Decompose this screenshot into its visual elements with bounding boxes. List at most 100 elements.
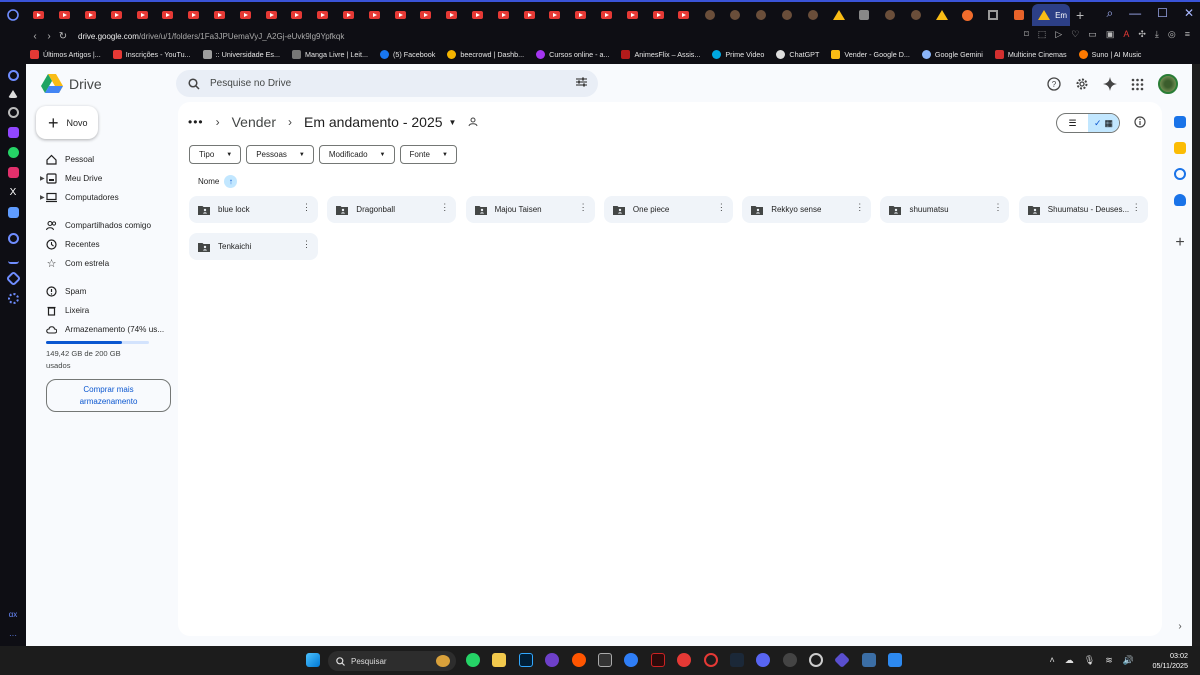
bookmark-item[interactable]: Google Gemini [921, 49, 983, 59]
bookmark-item[interactable]: Últimos Artigos |... [30, 49, 101, 59]
collapse-panel-icon[interactable]: › [1178, 621, 1181, 632]
info-icon[interactable] [1134, 116, 1146, 128]
chevron-up-icon[interactable]: ˄ [1050, 655, 1055, 666]
tab-youtube[interactable] [568, 4, 594, 26]
tab-youtube[interactable] [542, 4, 568, 26]
bookmark-item[interactable]: Manga Livre | Leit... [291, 49, 368, 59]
tab-youtube[interactable] [594, 4, 620, 26]
steam-icon[interactable] [729, 653, 744, 667]
bookmark-item[interactable]: (5) Facebook [379, 49, 435, 59]
nav-item-meu-drive[interactable]: ▶ Meu Drive [26, 169, 176, 188]
heart-icon[interactable]: ♡ [1071, 29, 1079, 40]
tab-youtube[interactable] [207, 4, 233, 26]
cloud-icon[interactable]: ☁ [1065, 655, 1074, 666]
app-icon[interactable] [861, 653, 876, 667]
tab-site[interactable] [774, 4, 800, 26]
sort-by-name[interactable]: Nome ↑ [198, 175, 238, 188]
bookmark-item[interactable]: Cursos online - a... [536, 49, 609, 59]
tab-youtube[interactable] [129, 4, 155, 26]
tab-youtube[interactable] [387, 4, 413, 26]
breadcrumb-parent[interactable]: Vender [232, 114, 276, 130]
microphone-icon[interactable]: 🎙 [1084, 655, 1095, 666]
url-field[interactable]: drive.google.com/drive/u/1/folders/1Fa3J… [78, 32, 344, 41]
tab-gift[interactable] [1006, 4, 1032, 26]
tab-youtube[interactable] [413, 4, 439, 26]
folder-item[interactable]: Dragonball ⋮ [327, 196, 457, 223]
more-icon[interactable]: ··· [9, 631, 17, 640]
soundcloud-icon[interactable] [571, 653, 586, 667]
discord-icon[interactable] [756, 653, 771, 667]
puzzle-icon[interactable]: ✣ [1138, 29, 1146, 40]
tab-google-drive[interactable] [826, 4, 852, 26]
tab-youtube[interactable] [490, 4, 516, 26]
bookmark-item[interactable]: Vender - Google D... [831, 49, 910, 59]
tab-site[interactable] [903, 4, 929, 26]
tab-youtube[interactable] [103, 4, 129, 26]
tab-youtube[interactable] [232, 4, 258, 26]
tab-site[interactable] [800, 4, 826, 26]
search-options-icon[interactable] [575, 76, 588, 88]
new-tab-button[interactable]: + [1070, 7, 1090, 23]
whatsapp-icon[interactable] [466, 653, 480, 667]
nav-item-computadores[interactable]: ▶ Computadores [26, 188, 176, 207]
buy-storage-button[interactable]: Comprar mais armazenamento [46, 379, 171, 412]
nav-item-spam[interactable]: Spam [26, 282, 176, 301]
instagram-icon[interactable] [7, 167, 19, 178]
bookmark-item[interactable]: AnimesFlix – Assis... [621, 49, 700, 59]
more-options-icon[interactable]: ⋮ [717, 203, 726, 212]
tab-youtube[interactable] [26, 4, 52, 26]
x-twitter-icon[interactable]: X [8, 187, 19, 198]
apps-icon[interactable] [7, 207, 19, 218]
wallet-icon[interactable]: ▭ [1088, 29, 1097, 40]
file-explorer-icon[interactable] [492, 653, 507, 667]
shared-folder-icon[interactable] [468, 117, 480, 127]
more-options-icon[interactable]: ⋮ [302, 203, 311, 212]
tab-apps[interactable] [980, 4, 1006, 26]
profile-icon[interactable]: ◎ [1168, 29, 1176, 40]
help-icon[interactable]: ? [1047, 77, 1061, 91]
aria-icon[interactable] [7, 70, 19, 81]
expand-caret-icon[interactable]: ▶ [40, 194, 45, 201]
tasks-icon[interactable] [1174, 168, 1186, 180]
folder-item[interactable]: blue lock ⋮ [189, 196, 318, 223]
filter-pessoas[interactable]: Pessoas ▼ [246, 145, 314, 164]
settings-icon[interactable] [7, 293, 19, 304]
bookmark-item[interactable]: Suno | AI Music [1078, 49, 1141, 59]
menu-icon[interactable]: ≡ [1185, 29, 1190, 40]
search-bar[interactable]: Pesquise no Drive [176, 70, 598, 97]
vpn-icon[interactable]: ɑx [9, 610, 17, 619]
photoshop-icon[interactable] [518, 653, 533, 667]
close-icon[interactable]: ✕ [1184, 6, 1194, 21]
tab-youtube[interactable] [310, 4, 336, 26]
tab-youtube[interactable] [181, 4, 207, 26]
tab-youtube[interactable] [78, 4, 104, 26]
filter-modificado[interactable]: Modificado ▼ [318, 145, 395, 164]
folder-item[interactable]: Majou Taisen ⋮ [465, 196, 595, 223]
tab-youtube[interactable] [671, 4, 697, 26]
app-icon[interactable] [834, 652, 851, 668]
more-options-icon[interactable]: ⋮ [302, 240, 311, 249]
more-options-icon[interactable]: ⋮ [855, 203, 864, 212]
tab-youtube[interactable] [155, 4, 181, 26]
video-editor-icon[interactable] [650, 653, 665, 667]
maximize-icon[interactable]: ☐ [1157, 6, 1168, 21]
bookmark-item[interactable]: Multicine Cinemas [994, 49, 1067, 59]
drive-logo[interactable]: Drive [41, 74, 102, 93]
app-icon[interactable] [809, 653, 824, 667]
opera-menu-button[interactable] [0, 9, 26, 21]
app-icon[interactable] [782, 653, 797, 667]
tab-site[interactable] [748, 4, 774, 26]
tab-youtube[interactable] [465, 4, 491, 26]
gemini-sparkle-icon[interactable] [1103, 77, 1117, 91]
app-icon[interactable] [677, 653, 692, 667]
nav-item-armazenamento[interactable]: Armazenamento (74% us... [26, 320, 176, 339]
github-icon[interactable] [545, 653, 560, 667]
filter-tipo[interactable]: Tipo ▼ [189, 145, 242, 164]
folder-item[interactable]: One piece ⋮ [603, 196, 733, 223]
nav-item-pessoal[interactable]: Pessoal [26, 150, 176, 169]
snapshot-icon[interactable]: ⬚ [1038, 29, 1047, 40]
media-player-icon[interactable] [624, 653, 639, 667]
bookmark-item[interactable]: beecrowd | Dashb... [447, 49, 524, 59]
add-addon-icon[interactable]: + [1175, 234, 1184, 252]
tab-youtube[interactable] [516, 4, 542, 26]
